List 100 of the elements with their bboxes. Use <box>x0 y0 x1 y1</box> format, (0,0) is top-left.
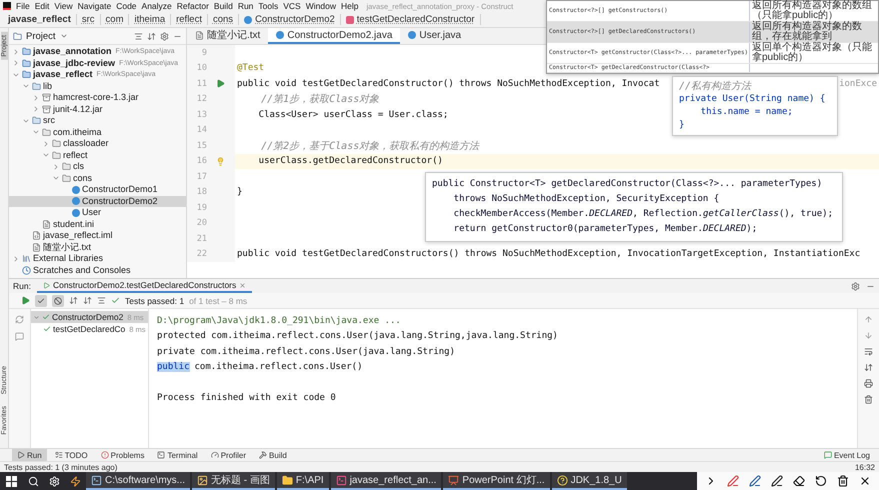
windows-logo-icon[interactable] <box>6 476 17 486</box>
taskbar-item[interactable]: 无标题 - 画图 <box>192 472 275 490</box>
console-line: private com.itheima.reflect.cons.User(java.lang.String) <box>157 346 456 357</box>
menu-item[interactable]: Edit <box>34 1 50 11</box>
tool-window-tab[interactable]: Build <box>254 449 292 461</box>
panel-title[interactable]: Project <box>26 30 56 42</box>
editor-tab[interactable]: ConstructorDemo2.java <box>268 28 400 44</box>
tree-item[interactable]: reflect <box>9 150 186 161</box>
tree-item[interactable]: cons <box>9 172 186 184</box>
tree-item[interactable]: cls <box>9 161 186 172</box>
arrow-down-icon[interactable] <box>864 331 873 340</box>
tree-item[interactable]: Scratches and Consoles <box>9 264 186 276</box>
rerun-icon[interactable] <box>15 315 24 324</box>
menu-item[interactable]: Help <box>340 1 358 11</box>
align-icon[interactable] <box>134 32 143 40</box>
class-icon <box>244 16 252 24</box>
print-icon[interactable] <box>864 379 873 388</box>
hammer-icon <box>259 451 268 459</box>
breadcrumb-item[interactable]: javase_reflect <box>3 14 77 25</box>
menu-item[interactable]: Navigate <box>78 1 112 11</box>
status-time: 16:32 <box>854 462 875 472</box>
taskbar-item[interactable]: PowerPoint 幻灯... <box>443 472 550 490</box>
sort-icon[interactable] <box>147 32 156 40</box>
menu-item[interactable]: Build <box>214 1 233 11</box>
tool-window-tab[interactable]: Run <box>12 449 47 461</box>
breadcrumb-item[interactable]: src <box>76 14 101 25</box>
tree-item[interactable]: com.itheima <box>9 126 186 138</box>
message-icon[interactable] <box>15 332 24 341</box>
taskbar-item[interactable]: C:\software\mys... <box>86 472 190 490</box>
menu-item[interactable]: Analyze <box>142 1 172 11</box>
code-line: ionExce <box>839 78 878 89</box>
tree-item[interactable]: junit-4.12.jar <box>9 104 186 115</box>
tool-window-tab[interactable]: Profiler <box>206 449 252 461</box>
bolt-icon[interactable] <box>70 476 81 486</box>
tree-item[interactable]: src <box>9 115 186 126</box>
breadcrumb-item[interactable]: ConstructorDemo2 <box>239 14 341 25</box>
list-icon <box>54 451 63 459</box>
test-status-detail: of 1 test – 8 ms <box>189 296 248 306</box>
trash-icon[interactable] <box>837 475 849 487</box>
folder-icon <box>282 474 293 486</box>
tree-item[interactable]: javase_reflect.iml <box>9 230 186 242</box>
tool-window-tab[interactable]: TODO <box>50 449 93 461</box>
pen-icon[interactable] <box>771 475 783 487</box>
sort-icon[interactable] <box>83 296 92 305</box>
wrap-icon[interactable] <box>864 347 873 356</box>
dropdown-icon[interactable] <box>60 32 68 40</box>
breadcrumb-item[interactable]: com <box>100 14 130 25</box>
breadcrumb-item[interactable]: cons <box>208 14 240 25</box>
code-line: } <box>237 187 242 198</box>
eraser-icon[interactable] <box>793 475 805 487</box>
line-number: 14 <box>196 125 207 136</box>
tree-item[interactable]: ConstructorDemo1 <box>9 184 186 196</box>
arrow-up-icon[interactable] <box>864 315 873 324</box>
sort-icon[interactable] <box>69 296 78 305</box>
folder-icon <box>62 174 71 183</box>
tool-window-tab[interactable]: Event Log <box>818 449 875 461</box>
menu-item[interactable]: Window <box>306 1 336 11</box>
sort-icon[interactable] <box>864 363 873 372</box>
tree-item[interactable]: classloader <box>9 138 186 150</box>
align-icon[interactable] <box>97 296 106 305</box>
tree-item[interactable]: student.ini <box>9 218 186 230</box>
taskbar-item[interactable]: javase_reflect_an... <box>330 472 442 490</box>
breadcrumb-item[interactable]: testGetDeclaredConstructor <box>340 14 481 25</box>
line-number: 19 <box>196 202 207 213</box>
trash-icon[interactable] <box>864 395 873 404</box>
editor-tab[interactable]: User.java <box>400 28 470 44</box>
app-icon <box>336 474 347 486</box>
menu-item[interactable]: File <box>16 1 30 11</box>
editor-tab[interactable]: 随堂小记.txt <box>187 28 268 44</box>
menu-item[interactable]: Tools <box>258 1 278 11</box>
terminal-icon <box>91 474 102 486</box>
tree-item[interactable]: ConstructorDemo2 <box>9 196 186 207</box>
ban-toggle[interactable] <box>52 294 64 306</box>
tree-item[interactable]: lib <box>9 80 186 92</box>
line-number: 13 <box>196 110 207 120</box>
pen-icon[interactable] <box>749 475 761 487</box>
breadcrumb-item[interactable]: itheima <box>129 14 172 25</box>
taskbar-item[interactable]: F:\API <box>276 472 329 490</box>
tree-item[interactable]: hamcrest-core-1.3.jar <box>9 92 186 104</box>
menu-item[interactable]: Run <box>238 1 254 11</box>
search-icon[interactable] <box>28 476 39 486</box>
tree-item[interactable]: External Libraries <box>9 253 186 264</box>
taskbar-item[interactable]: JDK_1.8_U <box>552 472 627 490</box>
tree-item[interactable]: 随堂小记.txt <box>9 242 186 253</box>
breadcrumb-item[interactable]: reflect <box>171 14 208 25</box>
menu-item[interactable]: View <box>54 1 73 11</box>
tool-window-tab[interactable]: Terminal <box>152 449 203 461</box>
file-icon <box>32 242 41 252</box>
tree-item[interactable]: User <box>9 207 186 218</box>
terminal-icon <box>157 451 166 459</box>
menu-item[interactable]: Refactor <box>176 1 209 11</box>
run-icon[interactable] <box>21 296 30 305</box>
tool-window-tab[interactable]: Problems <box>96 449 150 461</box>
check-toggle[interactable] <box>35 294 47 306</box>
close-icon[interactable] <box>859 475 871 487</box>
menu-item[interactable]: Code <box>116 1 137 11</box>
undo-icon[interactable] <box>815 475 827 487</box>
run-icon[interactable] <box>216 79 224 88</box>
help-icon <box>556 474 568 486</box>
menu-item[interactable]: VCS <box>283 1 301 11</box>
